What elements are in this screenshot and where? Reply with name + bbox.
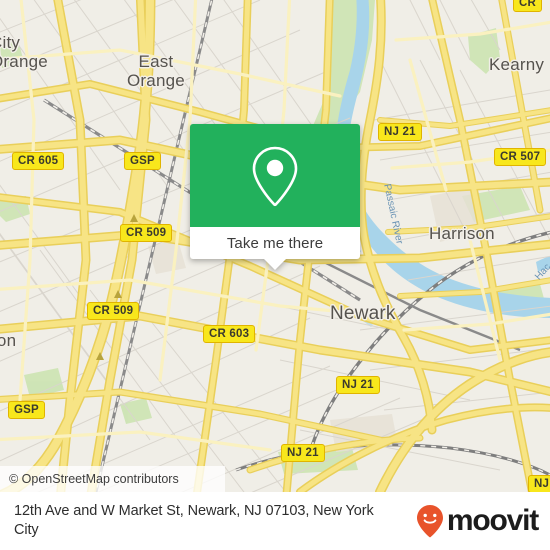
shield-gsp-south[interactable]: GSP <box>8 401 45 419</box>
shield-nj-21-north[interactable]: NJ 21 <box>378 123 422 141</box>
take-me-there-label: Take me there <box>226 234 324 252</box>
moovit-smiley-pin-icon <box>416 505 443 538</box>
popup-tail <box>264 259 286 270</box>
map-canvas[interactable]: City Orange East Orange Kearny Harrison … <box>0 0 550 492</box>
osm-attribution[interactable]: © OpenStreetMap contributors <box>0 466 225 492</box>
shield-cr-603[interactable]: CR 603 <box>203 325 256 343</box>
moovit-map-screenshot: City Orange East Orange Kearny Harrison … <box>0 0 550 550</box>
popup-header <box>190 124 360 227</box>
moovit-logo[interactable]: moovit <box>416 504 539 538</box>
shield-cr-509-lower[interactable]: CR 509 <box>87 302 140 320</box>
shield-top-right-clipped[interactable]: CR <box>513 0 543 12</box>
bottom-bar: 12th Ave and W Market St, Newark, NJ 071… <box>0 492 550 550</box>
moovit-wordmark: moovit <box>446 504 539 537</box>
shield-cr-509-upper[interactable]: CR 509 <box>120 224 173 242</box>
map-pin-icon <box>252 146 298 206</box>
take-me-there-popup[interactable]: Take me there <box>190 124 360 270</box>
shield-nj-21-mid[interactable]: NJ 21 <box>336 376 380 394</box>
shield-nj-21-south[interactable]: NJ 21 <box>281 444 325 462</box>
shield-bottom-right-clipped[interactable]: NJ <box>528 475 550 492</box>
popup-footer[interactable]: Take me there <box>190 227 360 259</box>
shield-cr-605[interactable]: CR 605 <box>12 152 65 170</box>
shield-gsp-north[interactable]: GSP <box>124 152 161 170</box>
shield-cr-507[interactable]: CR 507 <box>494 148 547 166</box>
address-label: 12th Ave and W Market St, Newark, NJ 071… <box>14 503 374 538</box>
osm-attribution-text: © OpenStreetMap contributors <box>9 472 179 486</box>
